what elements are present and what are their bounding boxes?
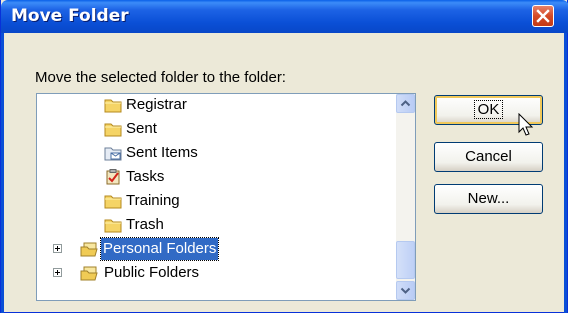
scroll-up-button[interactable]	[396, 94, 415, 113]
new-folder-button[interactable]: New...	[434, 184, 543, 214]
folder-icon	[104, 99, 122, 113]
tree-item-registrar[interactable]: Registrar	[37, 94, 395, 117]
expand-toggle-icon[interactable]	[53, 244, 62, 253]
tree-item-label: Sent Items	[126, 144, 198, 161]
title-bar[interactable]: Move Folder	[1, 0, 568, 33]
folder-icon	[104, 219, 122, 233]
close-button[interactable]	[532, 5, 554, 27]
tree-item-label: Registrar	[126, 96, 187, 113]
close-icon	[536, 9, 550, 23]
window-title: Move Folder	[11, 6, 129, 26]
chevron-down-icon	[400, 287, 411, 294]
tree-item-sent-items[interactable]: Sent Items	[37, 141, 395, 165]
window-frame-left	[1, 33, 4, 313]
vertical-scrollbar[interactable]	[396, 94, 415, 300]
chevron-up-icon	[400, 100, 411, 107]
tree-item-label: Public Folders	[104, 264, 200, 281]
folder-tree[interactable]: Registrar Sent Sent Items Tasks Training…	[36, 93, 416, 301]
cancel-button[interactable]: Cancel	[434, 142, 543, 172]
window-frame-right	[564, 33, 567, 313]
ok-button-label: OK	[473, 100, 504, 119]
cancel-button-label: Cancel	[465, 148, 512, 165]
tree-item-training[interactable]: Training	[37, 189, 395, 213]
tree-item-label: Tasks	[126, 168, 165, 185]
expand-toggle-icon[interactable]	[53, 268, 62, 277]
tree-item-label: Personal Folders	[99, 237, 220, 261]
tasks-icon	[106, 169, 120, 185]
tree-item-label: Sent	[126, 120, 157, 137]
tree-item-trash[interactable]: Trash	[37, 213, 395, 237]
tree-item-sent[interactable]: Sent	[37, 117, 395, 141]
new-button-label: New...	[467, 190, 510, 207]
prompt-label: Move the selected folder to the folder:	[35, 69, 286, 86]
folder-icon	[104, 123, 122, 137]
tree-item-personal-folders[interactable]: Personal Folders	[37, 237, 395, 261]
sent-items-icon	[104, 147, 122, 161]
tree-item-label: Training	[126, 192, 180, 209]
mouse-pointer-icon	[518, 113, 534, 136]
tree-item-public-folders[interactable]: Public Folders	[37, 261, 395, 285]
scroll-thumb[interactable]	[396, 241, 415, 279]
tree-item-label: Trash	[126, 216, 164, 233]
folder-icon	[104, 195, 122, 209]
public-folders-icon	[80, 266, 98, 281]
scroll-down-button[interactable]	[396, 281, 415, 300]
move-folder-dialog: Move Folder Move the selected folder to …	[0, 0, 568, 313]
personal-folders-icon	[80, 242, 98, 257]
tree-item-tasks[interactable]: Tasks	[37, 165, 395, 189]
